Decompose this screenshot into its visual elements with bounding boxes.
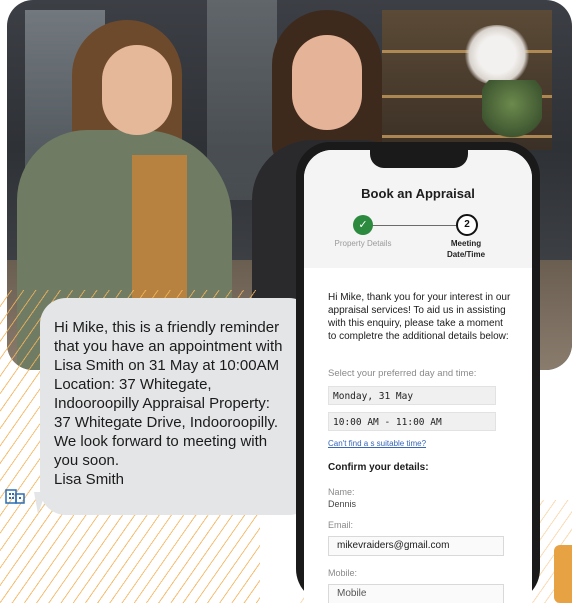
sms-signature: Lisa Smith bbox=[54, 471, 125, 488]
mobile-label: Mobile: bbox=[328, 568, 358, 578]
sms-line: Hi Mike, this is a friendly reminder bbox=[54, 319, 280, 336]
sms-line: Indooroopilly Appraisal Property: bbox=[54, 395, 270, 412]
stepper-line bbox=[365, 225, 467, 226]
time-select[interactable]: 10:00 AM - 11:00 AM bbox=[328, 412, 496, 431]
flowers bbox=[462, 25, 532, 85]
step-label-property-details: Property Details bbox=[334, 239, 392, 248]
sms-line: you soon. bbox=[54, 452, 120, 469]
sms-message: Hi Mike, this is a friendly reminder tha… bbox=[54, 318, 309, 489]
decorative-block bbox=[554, 545, 572, 603]
phone-notch bbox=[370, 148, 468, 168]
confirm-details-heading: Confirm your details: bbox=[328, 462, 429, 473]
select-day-time-label: Select your preferred day and time: bbox=[328, 368, 477, 379]
alt-time-link[interactable]: Can't find a s suitable time? bbox=[328, 439, 426, 448]
sms-line: We look forward to meeting with bbox=[54, 433, 268, 450]
name-value: Dennis bbox=[328, 499, 357, 509]
step-current: 2 bbox=[456, 214, 478, 236]
plant bbox=[482, 80, 542, 140]
sms-line: that you have an appointment with bbox=[54, 338, 283, 355]
step-complete-icon: ✓ bbox=[353, 215, 373, 235]
building-icon bbox=[5, 489, 25, 504]
sms-line: Lisa Smith on 31 May at 10:00AM bbox=[54, 357, 280, 374]
sms-line: 37 Whitegate Drive, Indooroopilly. bbox=[54, 414, 279, 431]
intro-text: Hi Mike, thank you for your interest in … bbox=[328, 292, 511, 342]
name-label: Name: bbox=[328, 487, 355, 497]
page-title: Book an Appraisal bbox=[361, 186, 475, 201]
day-select[interactable]: Monday, 31 May bbox=[328, 386, 496, 405]
step-label-meeting-date: Meeting Date/Time bbox=[446, 239, 486, 259]
email-label: Email: bbox=[328, 520, 354, 530]
sms-line: Location: 37 Whitegate, bbox=[54, 376, 212, 393]
phone-screen: Book an Appraisal ✓ 2 Property Details M… bbox=[304, 150, 532, 603]
email-field[interactable]: mikevraiders@gmail.com bbox=[328, 536, 504, 556]
mobile-field[interactable]: Mobile bbox=[328, 584, 504, 603]
